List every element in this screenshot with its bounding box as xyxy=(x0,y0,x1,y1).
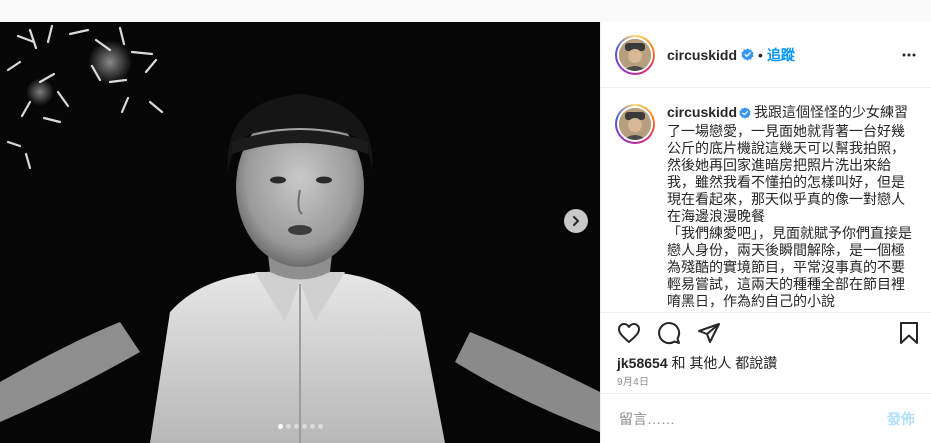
avatar[interactable] xyxy=(615,34,655,75)
likes-rest-text[interactable]: 和 其他人 都說讚 xyxy=(668,355,777,371)
avatar-image xyxy=(619,38,651,71)
add-comment-bar: 發佈 xyxy=(601,393,931,443)
action-bar xyxy=(601,313,931,353)
caption-text: 我跟這個怪怪的少女練習了一場戀愛，一見面她就背著一台好幾公斤的底片機說這幾天可以… xyxy=(667,104,912,309)
post-photo xyxy=(0,22,600,443)
comments-section[interactable]: circuskidd 我跟這個怪怪的少女練習了一場戀愛，一見面她就背著一台好幾公斤… xyxy=(601,88,931,313)
more-options-icon[interactable] xyxy=(901,47,917,63)
paper-plane-icon xyxy=(698,323,720,343)
likes-summary: jk58654 和 其他人 都說讚 xyxy=(601,353,931,373)
carousel-next-button[interactable] xyxy=(564,209,588,233)
verified-badge-icon xyxy=(739,106,751,123)
carousel-dot xyxy=(301,424,307,429)
chevron-right-icon xyxy=(573,216,579,226)
avatar-image xyxy=(619,108,651,140)
carousel-dot xyxy=(309,424,315,429)
verified-badge-icon xyxy=(741,48,754,61)
like-button[interactable] xyxy=(617,321,641,345)
post-date[interactable]: 9月4日 xyxy=(601,373,931,393)
comment-bubble-icon xyxy=(658,322,681,345)
separator-bullet: • xyxy=(758,46,763,63)
carousel-dot xyxy=(293,424,299,429)
username-link[interactable]: circuskidd xyxy=(667,47,737,63)
carousel-dot xyxy=(277,424,283,429)
post-comment-button[interactable]: 發佈 xyxy=(887,409,915,429)
save-button[interactable] xyxy=(897,321,921,345)
carousel-indicator xyxy=(0,424,600,429)
bookmark-icon xyxy=(900,322,918,344)
carousel-dot xyxy=(317,424,323,429)
post-side-panel: circuskidd • 追蹤 circuskidd 我跟這個怪怪的少女練習了一… xyxy=(600,22,931,443)
post-caption: circuskidd 我跟這個怪怪的少女練習了一場戀愛，一見面她就背著一台好幾公斤… xyxy=(667,104,917,312)
post-header: circuskidd • 追蹤 xyxy=(601,22,931,88)
caption-username-link[interactable]: circuskidd xyxy=(667,104,737,120)
comment-input[interactable] xyxy=(617,409,887,428)
likes-user-link[interactable]: jk58654 xyxy=(617,355,668,371)
comment-button[interactable] xyxy=(657,321,681,345)
caption-avatar[interactable] xyxy=(615,104,655,144)
post-media[interactable] xyxy=(0,22,600,443)
post-modal: circuskidd • 追蹤 circuskidd 我跟這個怪怪的少女練習了一… xyxy=(0,22,931,443)
carousel-dot xyxy=(285,424,291,429)
share-button[interactable] xyxy=(697,321,721,345)
follow-button[interactable]: 追蹤 xyxy=(767,45,795,65)
heart-icon xyxy=(618,323,640,343)
